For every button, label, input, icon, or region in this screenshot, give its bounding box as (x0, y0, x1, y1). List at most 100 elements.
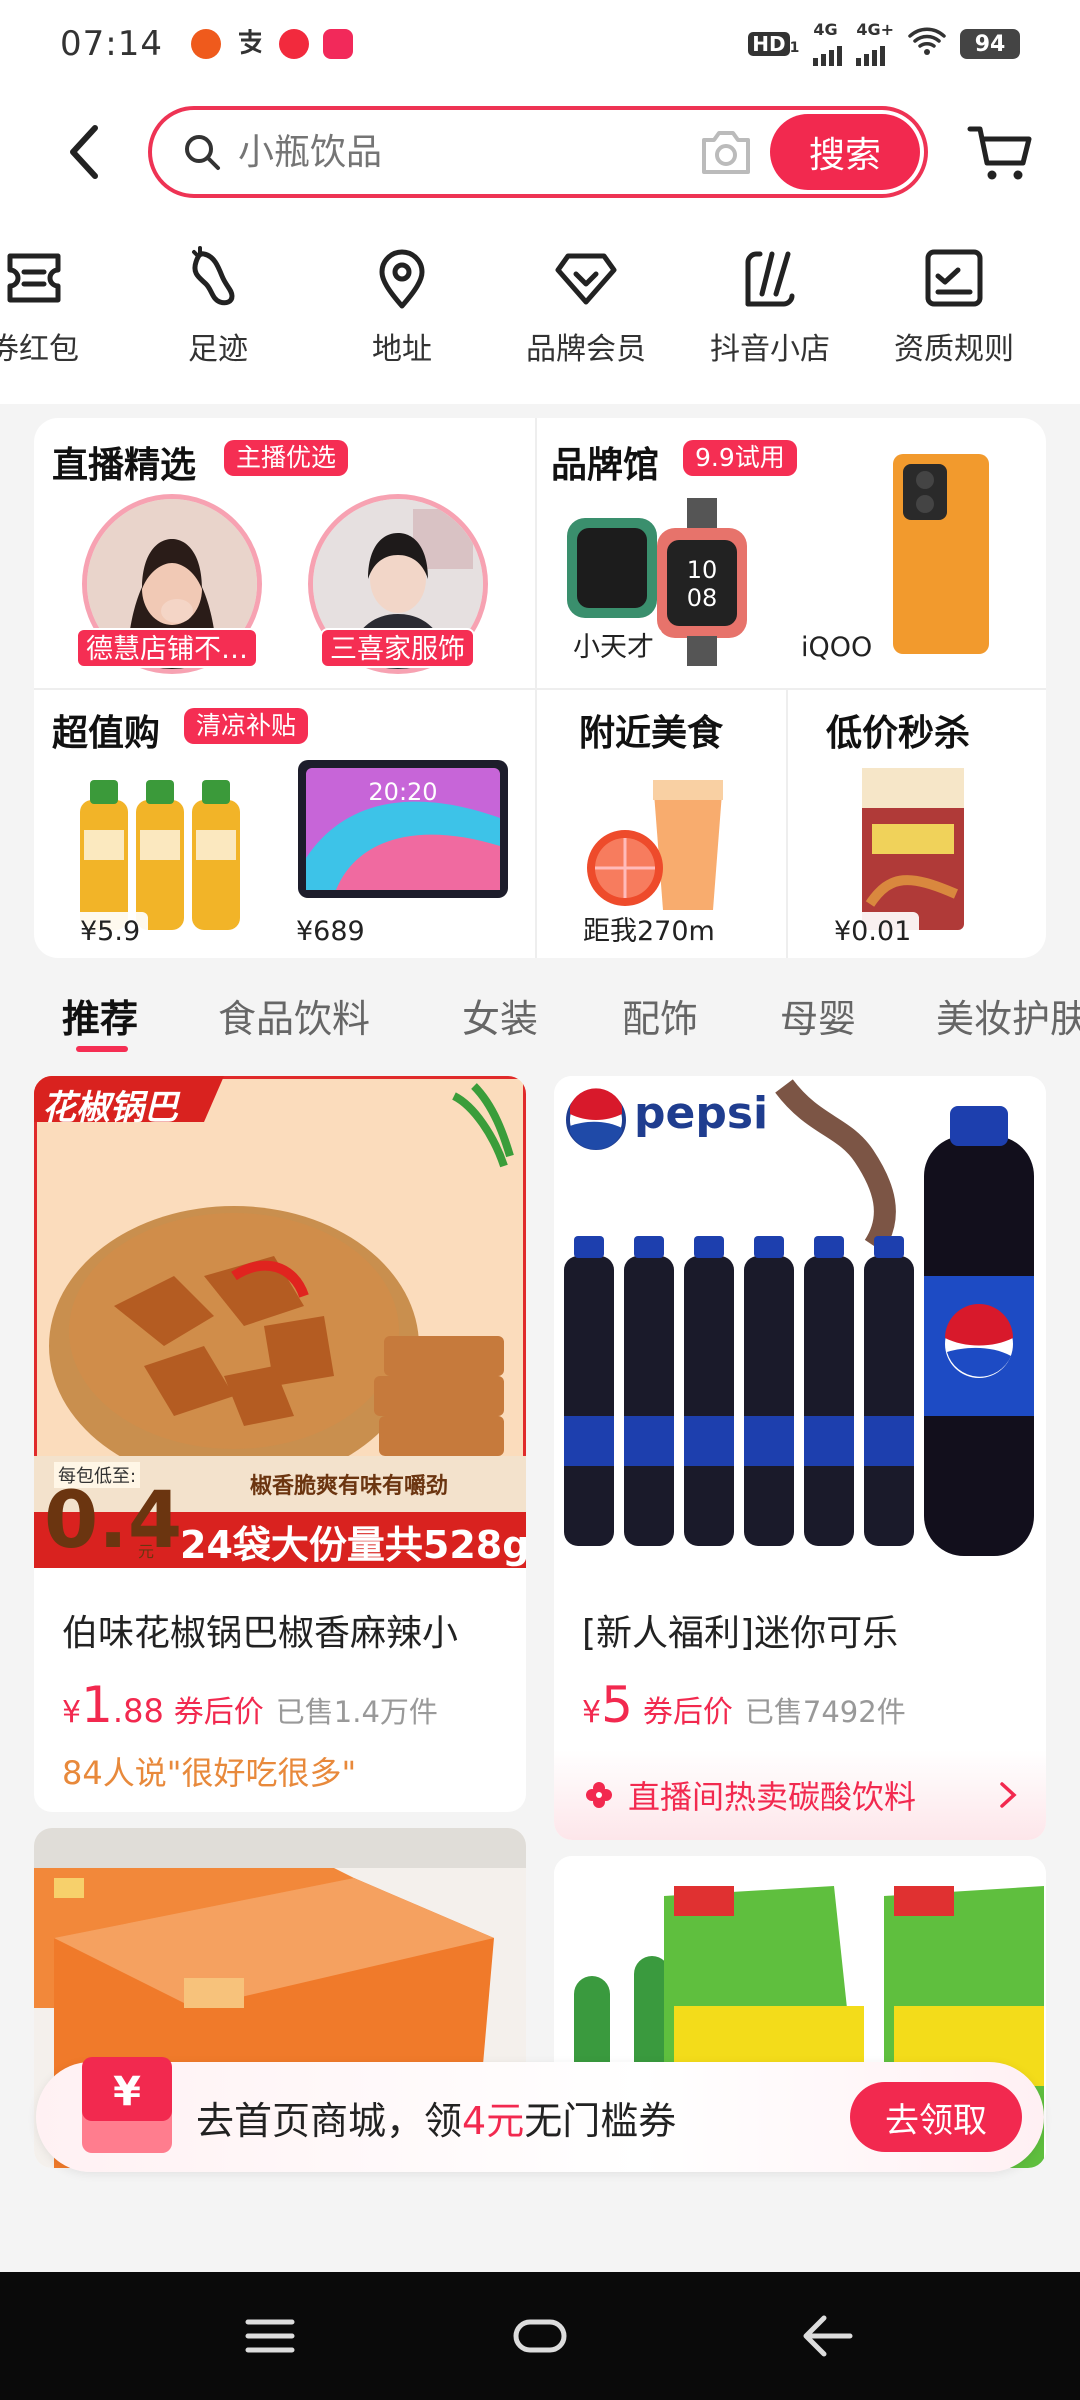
status-bar: 07:14 HD 1 4G 4G+ 94 (0, 0, 1080, 88)
live-room-text: 直播间热卖碳酸饮料 (628, 1778, 917, 1816)
cart-icon (967, 126, 1032, 180)
shortcut-address[interactable]: 地址 (322, 246, 482, 368)
coupon-icon (7, 253, 61, 303)
price-integer: 5 (601, 1676, 633, 1734)
search-input[interactable] (238, 131, 658, 173)
sold-count: 已售7492件 (744, 1695, 906, 1729)
claim-coupon-button[interactable]: 去领取 (850, 2082, 1022, 2152)
shortcut-douyin-shop[interactable]: 抖音小店 (690, 246, 850, 368)
category-tabs: 推荐 食品饮料 女装 配饰 母婴 美妆护肤 (0, 980, 1080, 1052)
price-chip: ¥0.01 (826, 912, 920, 952)
svg-text:10: 10 (687, 556, 718, 584)
cart-button[interactable] (966, 117, 1036, 187)
signal-2-icon: 4G+ (856, 22, 894, 66)
system-nav-bar (0, 2272, 1080, 2400)
coupon-amount: 4元 (462, 2098, 525, 2143)
product-image: 花椒锅巴 每包低至: 0.4 元 椒香脆爽有味有嚼劲 24袋大份量共528g (34, 1076, 526, 1568)
section-title: 低价秒杀 (826, 713, 971, 754)
live-picks-section[interactable]: 直播精选 主播优选 德慧店铺不… 三喜家服饰 (34, 418, 534, 688)
shortcut-brand-member[interactable]: 品牌会员 (506, 246, 666, 368)
section-tag: 主播优选 (224, 440, 349, 476)
brand-hall-section[interactable]: 品牌馆 9.9试用 10 08 小天才 iQOO (537, 418, 1046, 688)
product-title: 伯味花椒锅巴椒香麻辣小 (62, 1613, 459, 1654)
review-summary: 84人说"很好吃很多" (62, 1754, 357, 1792)
back-button[interactable] (50, 117, 120, 187)
shortcut-qualification-rules[interactable]: 资质规则 (874, 246, 1034, 368)
active-tab-indicator (76, 1046, 128, 1052)
live-room-link[interactable]: 直播间热卖碳酸饮料 (554, 1750, 1046, 1840)
system-back-button[interactable] (798, 2306, 858, 2366)
status-app-icons (190, 26, 353, 63)
menu-button[interactable] (240, 2306, 300, 2366)
battery-indicator: 94 (960, 29, 1020, 59)
product-card[interactable]: 花椒锅巴 每包低至: 0.4 元 椒香脆爽有味有嚼劲 24袋大份量共528g 伯… (34, 1076, 526, 1812)
coupon-banner[interactable]: ¥ 去首页商城，领4元无门槛券 去领取 (36, 2057, 1044, 2172)
section-title: 品牌馆 (551, 445, 660, 486)
tab-womens-wear[interactable]: 女装 (462, 988, 538, 1043)
coupon-icon-symbol: ¥ (113, 2069, 141, 2115)
tab-mother-baby[interactable]: 母婴 (780, 988, 856, 1043)
value-buy-section[interactable]: 超值购 清凉补贴 ¥5.9 20:20 ¥689 (34, 690, 534, 958)
sold-count: 已售1.4万件 (275, 1695, 438, 1729)
host-name-tag: 三喜家服饰 (320, 628, 475, 668)
per-bag-unit: 元 (138, 1542, 155, 1561)
price-currency: ¥ (582, 1695, 602, 1730)
checklist-icon (925, 249, 983, 307)
chevron-left-icon (70, 125, 98, 179)
search-box[interactable]: 搜索 (148, 106, 928, 198)
coupon-price-label: 券后价 (642, 1695, 733, 1730)
home-icon (513, 2319, 567, 2353)
signal-1-icon: 4G (813, 22, 843, 66)
section-tag: 清凉补贴 (184, 708, 309, 744)
phone-image (887, 450, 997, 660)
snack-pack-image (858, 764, 968, 934)
price-integer: 1 (81, 1676, 113, 1734)
diamond-icon (555, 253, 617, 305)
drink-image (583, 770, 733, 920)
product-price-row: ¥ 1 .88 券后价 已售1.4万件 (62, 1676, 438, 1734)
camera-icon (702, 131, 750, 174)
tab-beauty[interactable]: 美妆护肤 (936, 988, 1080, 1043)
section-tag: 9.9试用 (683, 440, 797, 476)
camera-search-button[interactable] (698, 126, 754, 178)
brand-label: iQOO (793, 628, 881, 668)
hd-indicator: HD 1 (748, 32, 799, 56)
section-title: 超值购 (52, 713, 161, 754)
flash-sale-section[interactable]: 低价秒杀 ¥0.01 (788, 690, 1046, 958)
shortcut-coupons[interactable]: 券红包 (0, 246, 114, 368)
product-title: [新人福利]迷你可乐 (582, 1613, 899, 1654)
section-title: 附近美食 (579, 713, 724, 754)
notification-app-icon (190, 29, 221, 59)
footprint-icon (192, 246, 235, 306)
red-envelope-icon: ¥ (82, 2057, 172, 2157)
chevron-right-icon (1000, 1782, 1017, 1808)
nearby-food-section[interactable]: 附近美食 距我270m (537, 690, 786, 958)
tab-accessories[interactable]: 配饰 (622, 988, 698, 1043)
status-time: 07:14 (60, 24, 163, 64)
search-button[interactable]: 搜索 (770, 114, 920, 190)
tab-food-drinks[interactable]: 食品饮料 (218, 988, 370, 1043)
tab-recommended[interactable]: 推荐 (62, 988, 138, 1043)
coupon-banner-text: 去首页商城，领4元无门槛券 (196, 2098, 677, 2143)
shortcut-footprint[interactable]: 足迹 (138, 246, 298, 368)
home-button[interactable] (510, 2306, 570, 2366)
location-pin-icon (379, 249, 425, 309)
menu-icon (245, 2319, 295, 2353)
shortcut-row: 券红包 足迹 地址 品牌会员 抖音小店 资质规则 (0, 216, 1080, 404)
product-image: pepsi (554, 1076, 1046, 1568)
host-name-tag: 德慧店铺不… (76, 628, 258, 668)
product-slogan: 椒香脆爽有味有嚼劲 (250, 1474, 449, 1499)
product-price-row: ¥ 5 券后价 已售7492件 (582, 1676, 906, 1734)
alipay-icon (235, 26, 265, 63)
price-currency: ¥ (62, 1695, 82, 1730)
search-header: 搜索 (0, 88, 1080, 216)
product-banner-text: 花椒锅巴 (42, 1088, 178, 1128)
flower-icon (586, 1782, 612, 1808)
search-icon (185, 135, 220, 170)
status-indicators: HD 1 4G 4G+ 94 (748, 22, 1020, 66)
coupon-price-label: 券后价 (173, 1695, 264, 1730)
pepsi-logo-text: pepsi (634, 1088, 769, 1139)
price-decimal: .88 (112, 1692, 164, 1730)
photo-app-icon (322, 29, 353, 59)
product-card[interactable]: pepsi [新人福利]迷你可乐 ¥ 5 券后价 已售7492件 直播间热卖碳酸… (554, 1076, 1046, 1840)
